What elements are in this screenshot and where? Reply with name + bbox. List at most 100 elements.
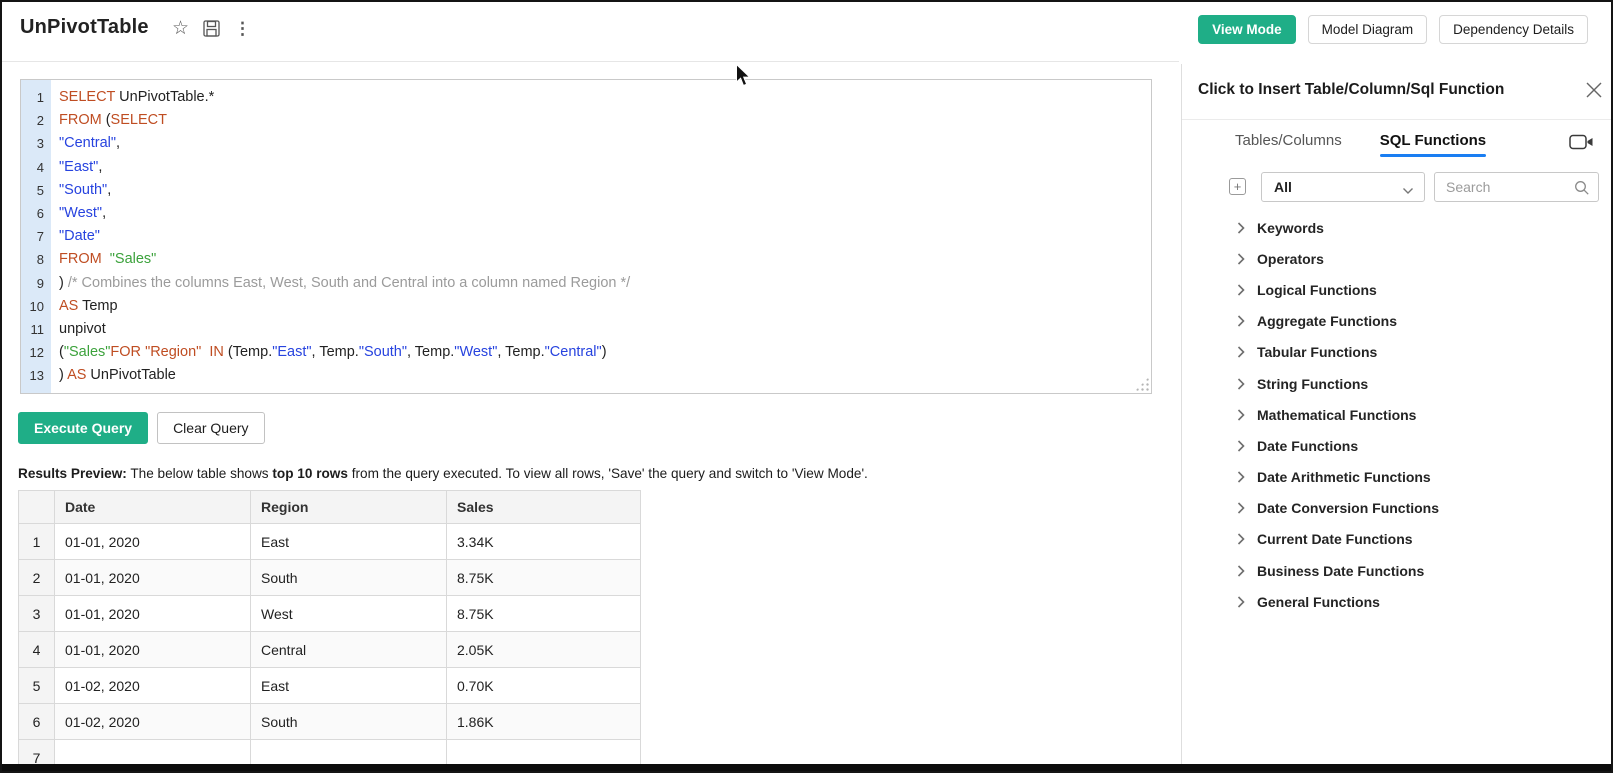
sql-code-editor[interactable]: 12345678910111213 SELECT UnPivotTable.*F…	[20, 79, 1152, 394]
code-line[interactable]: "East",	[59, 156, 1151, 179]
category-item-date-arithmetic-functions[interactable]: Date Arithmetic Functions	[1182, 462, 1613, 493]
table-cell: 1.86K	[447, 704, 641, 740]
table-cell: 01-01, 2020	[55, 596, 251, 632]
line-number: 9	[21, 272, 51, 295]
clear-query-button[interactable]: Clear Query	[157, 412, 264, 444]
category-item-keywords[interactable]: Keywords	[1182, 212, 1613, 243]
category-label: Aggregate Functions	[1257, 313, 1397, 329]
category-item-business-date-functions[interactable]: Business Date Functions	[1182, 555, 1613, 586]
category-item-general-functions[interactable]: General Functions	[1182, 586, 1613, 617]
row-number-cell: 3	[19, 596, 55, 632]
line-number: 2	[21, 109, 51, 132]
category-dropdown-value: All	[1274, 179, 1292, 195]
sidebar-divider	[1182, 119, 1613, 120]
code-line[interactable]: FROM (SELECT	[59, 109, 1151, 132]
plus-expand-icon[interactable]: +	[1229, 178, 1246, 195]
line-number-gutter: 12345678910111213	[21, 80, 51, 393]
results-text-1: The below table shows	[127, 466, 273, 481]
code-line[interactable]: "Date"	[59, 225, 1151, 248]
code-line[interactable]: "Central",	[59, 132, 1151, 155]
video-camera-icon[interactable]	[1569, 133, 1594, 156]
chevron-right-icon[interactable]	[1237, 533, 1245, 545]
category-item-string-functions[interactable]: String Functions	[1182, 368, 1613, 399]
row-number-cell: 4	[19, 632, 55, 668]
code-line[interactable]: AS Temp	[59, 295, 1151, 318]
category-item-operators[interactable]: Operators	[1182, 243, 1613, 274]
chevron-down-icon	[1402, 182, 1414, 200]
code-line[interactable]: "South",	[59, 179, 1151, 202]
execute-query-button[interactable]: Execute Query	[18, 412, 148, 444]
chevron-right-icon[interactable]	[1237, 440, 1245, 452]
sql-token: "Central"	[545, 344, 602, 360]
category-item-date-functions[interactable]: Date Functions	[1182, 430, 1613, 461]
header: UnPivotTable ☆ ⋮	[2, 2, 1179, 62]
row-number-cell: 1	[19, 524, 55, 560]
model-diagram-button[interactable]: Model Diagram	[1308, 15, 1428, 44]
category-item-logical-functions[interactable]: Logical Functions	[1182, 274, 1613, 305]
category-item-mathematical-functions[interactable]: Mathematical Functions	[1182, 399, 1613, 430]
dependency-details-button[interactable]: Dependency Details	[1439, 15, 1588, 44]
line-number: 1	[21, 86, 51, 109]
close-icon[interactable]	[1585, 81, 1603, 99]
bottom-edge-bar	[2, 764, 1611, 771]
results-table: DateRegionSales 101-01, 2020East3.34K201…	[18, 490, 641, 773]
code-line[interactable]: "West",	[59, 202, 1151, 225]
category-label: Mathematical Functions	[1257, 407, 1416, 423]
sql-token: ,	[116, 135, 120, 151]
tab-sql-functions[interactable]: SQL Functions	[1380, 132, 1486, 157]
row-number-cell: 5	[19, 668, 55, 704]
chevron-right-icon[interactable]	[1237, 565, 1245, 577]
sql-token: ,	[102, 205, 106, 221]
table-cell: West	[251, 596, 447, 632]
chevron-right-icon[interactable]	[1237, 409, 1245, 421]
sql-token: , Temp.	[407, 344, 454, 360]
results-preview-label: Results Preview:	[18, 466, 127, 481]
table-row: 301-01, 2020West8.75K	[19, 596, 641, 632]
row-number-cell: 6	[19, 704, 55, 740]
sql-code-area[interactable]: SELECT UnPivotTable.*FROM (SELECT"Centra…	[51, 80, 1151, 393]
save-icon[interactable]	[203, 20, 220, 37]
table-cell: 01-01, 2020	[55, 524, 251, 560]
code-line[interactable]: unpivot	[59, 318, 1151, 341]
line-number: 4	[21, 156, 51, 179]
line-number: 10	[21, 295, 51, 318]
chevron-right-icon[interactable]	[1237, 502, 1245, 514]
code-line[interactable]: ("Sales"FOR "Region" IN (Temp."East", Te…	[59, 341, 1151, 364]
search-icon	[1574, 180, 1590, 201]
row-number-cell: 2	[19, 560, 55, 596]
view-mode-button[interactable]: View Mode	[1198, 15, 1296, 44]
sql-token: )	[59, 367, 67, 383]
sql-token: AS	[59, 298, 78, 314]
kebab-menu-icon[interactable]: ⋮	[234, 20, 251, 37]
code-line[interactable]: ) /* Combines the columns East, West, So…	[59, 272, 1151, 295]
line-number: 13	[21, 364, 51, 387]
category-dropdown[interactable]: All	[1261, 172, 1425, 202]
sql-token: unpivot	[59, 321, 106, 337]
sql-token: "Region"	[145, 344, 201, 360]
category-item-current-date-functions[interactable]: Current Date Functions	[1182, 524, 1613, 555]
line-number: 12	[21, 341, 51, 364]
chevron-right-icon[interactable]	[1237, 346, 1245, 358]
star-icon[interactable]: ☆	[172, 19, 189, 38]
table-cell: 0.70K	[447, 668, 641, 704]
insert-helper-sidebar: Click to Insert Table/Column/Sql Functio…	[1181, 64, 1613, 771]
sql-token: , Temp.	[497, 344, 544, 360]
category-item-date-conversion-functions[interactable]: Date Conversion Functions	[1182, 493, 1613, 524]
category-label: Date Functions	[1257, 438, 1358, 454]
sql-token: Temp.	[233, 344, 273, 360]
chevron-right-icon[interactable]	[1237, 222, 1245, 234]
category-item-aggregate-functions[interactable]: Aggregate Functions	[1182, 306, 1613, 337]
chevron-right-icon[interactable]	[1237, 378, 1245, 390]
chevron-right-icon[interactable]	[1237, 253, 1245, 265]
category-label: String Functions	[1257, 376, 1368, 392]
chevron-right-icon[interactable]	[1237, 284, 1245, 296]
chevron-right-icon[interactable]	[1237, 315, 1245, 327]
code-line[interactable]: FROM "Sales"	[59, 248, 1151, 271]
tab-tables-columns[interactable]: Tables/Columns	[1235, 132, 1342, 157]
chevron-right-icon[interactable]	[1237, 596, 1245, 608]
chevron-right-icon[interactable]	[1237, 471, 1245, 483]
code-line[interactable]: ) AS UnPivotTable	[59, 364, 1151, 387]
category-label: General Functions	[1257, 594, 1380, 610]
category-item-tabular-functions[interactable]: Tabular Functions	[1182, 337, 1613, 368]
code-line[interactable]: SELECT UnPivotTable.*	[59, 86, 1151, 109]
